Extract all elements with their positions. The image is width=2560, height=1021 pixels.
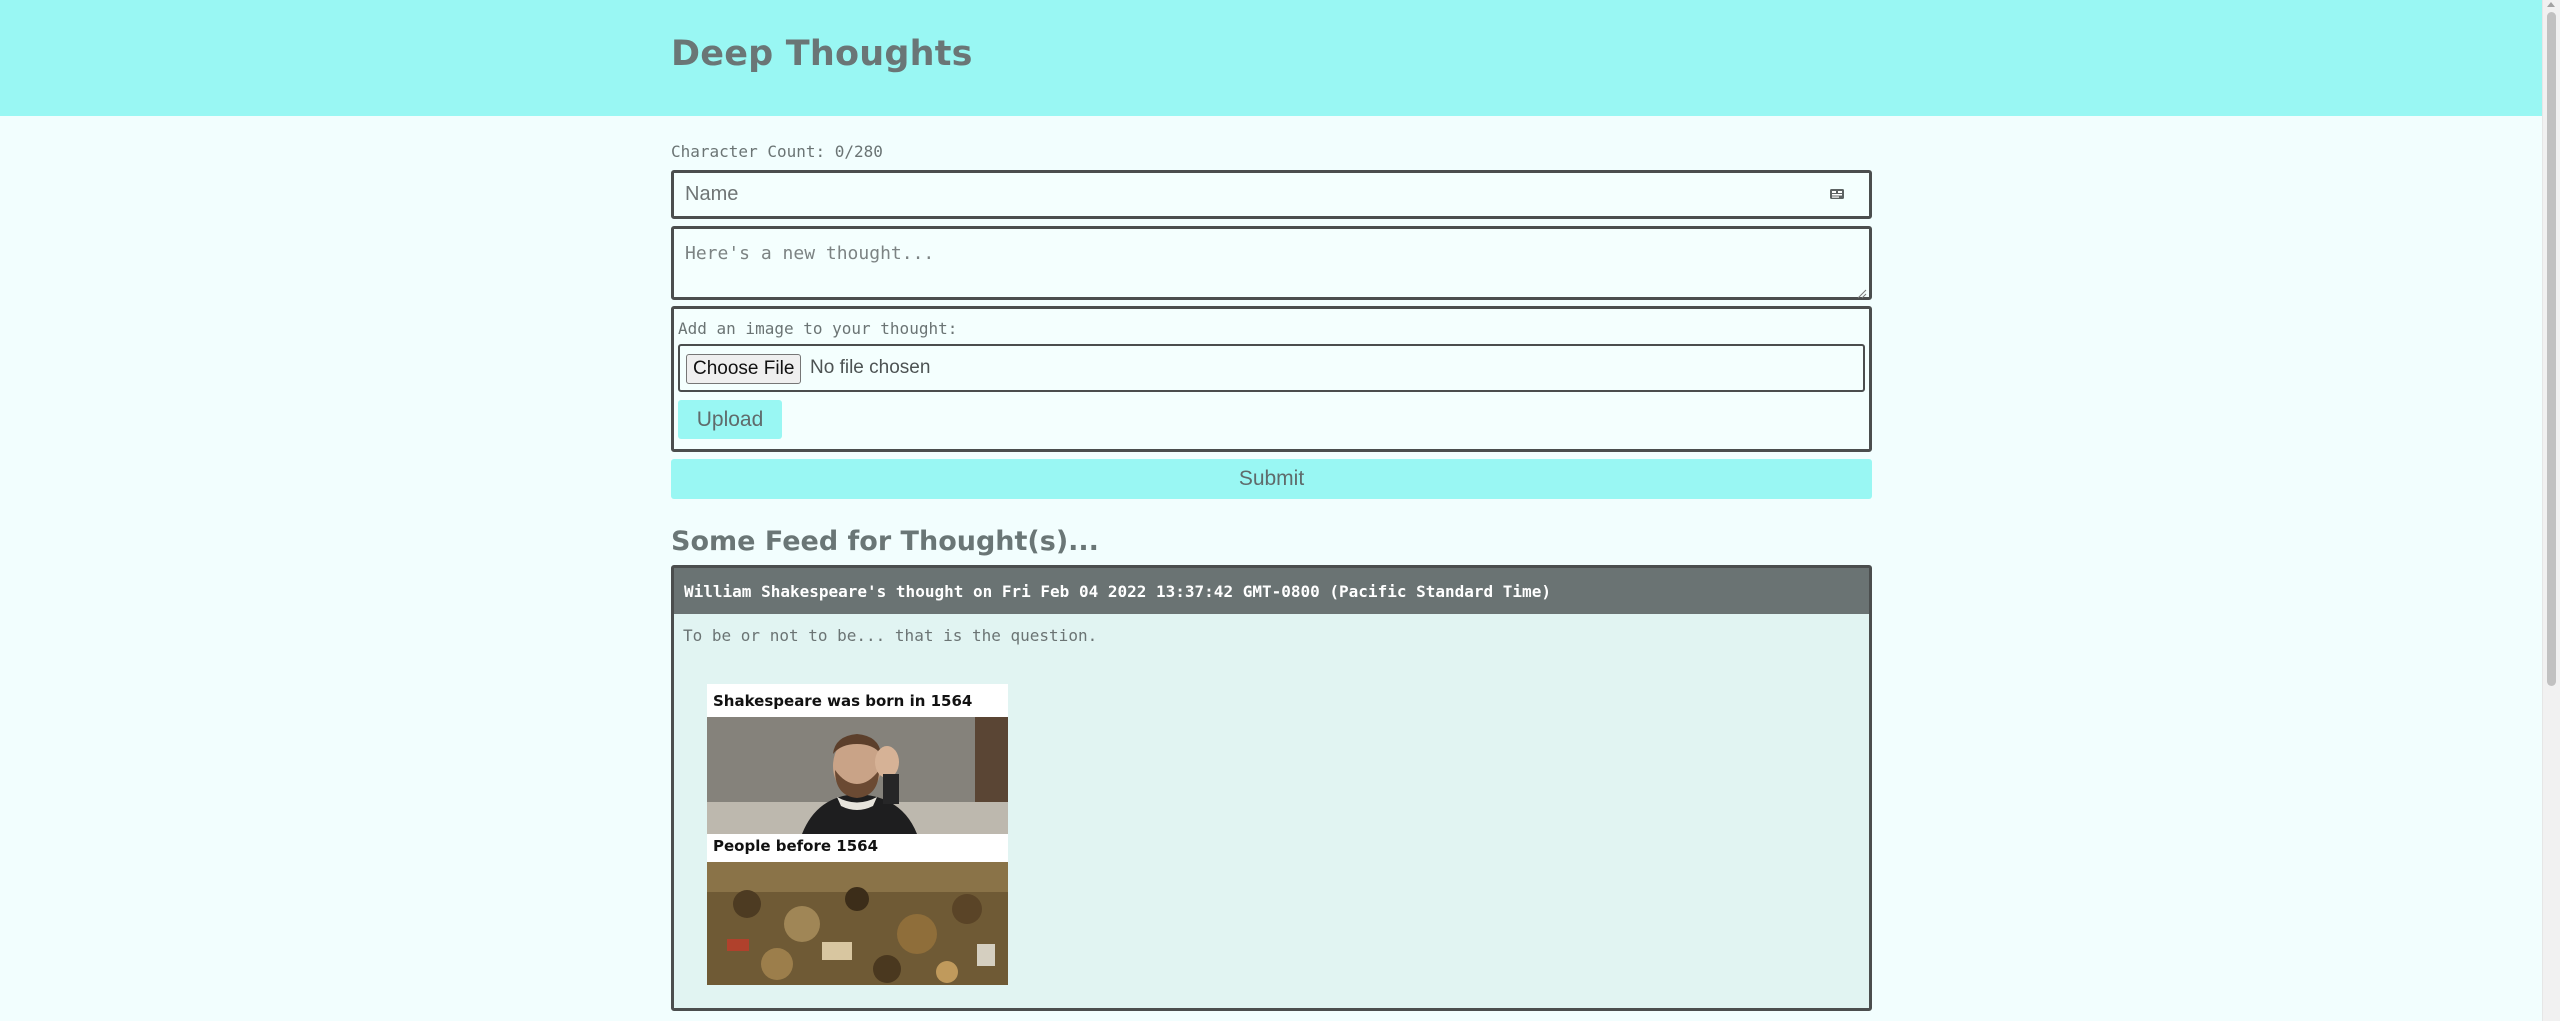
scroll-up-icon[interactable]: [2547, 2, 2555, 7]
page-scrollbar[interactable]: [2542, 0, 2560, 1021]
image-upload-label: Add an image to your thought:: [678, 319, 958, 338]
thought-text: To be or not to be... that is the questi…: [683, 626, 1098, 645]
submit-button[interactable]: Submit: [671, 459, 1872, 499]
thought-textarea[interactable]: [674, 229, 1869, 297]
thought-card-header[interactable]: William Shakespeare's thought on Fri Feb…: [674, 568, 1869, 614]
character-count: Character Count: 0/280: [671, 142, 883, 161]
name-input[interactable]: [674, 173, 1869, 216]
name-field[interactable]: [671, 170, 1872, 219]
page: Deep Thoughts Character Count: 0/280 Add…: [0, 0, 2560, 1021]
upload-button[interactable]: Upload: [678, 400, 782, 439]
thought-field[interactable]: [671, 226, 1872, 300]
app-header: Deep Thoughts: [0, 0, 2542, 116]
meme-bottom-caption: People before 1564: [713, 837, 879, 855]
feed-title: Some Feed for Thought(s)...: [671, 526, 1099, 557]
scrollbar-thumb[interactable]: [2547, 12, 2556, 686]
file-status-text: No file chosen: [810, 357, 931, 378]
app-title[interactable]: Deep Thoughts: [671, 34, 973, 74]
thought-image: Shakespeare was born in 1564 People befo…: [707, 684, 1008, 985]
contact-card-icon[interactable]: [1829, 186, 1845, 202]
thought-card: William Shakespeare's thought on Fri Feb…: [671, 565, 1872, 1011]
image-upload-section: Add an image to your thought: Choose Fil…: [671, 306, 1872, 452]
resize-handle-icon[interactable]: [1856, 284, 1867, 299]
meme-top-caption: Shakespeare was born in 1564: [713, 692, 973, 710]
choose-file-button[interactable]: Choose File: [686, 354, 802, 384]
file-input[interactable]: Choose File No file chosen: [678, 344, 1865, 392]
